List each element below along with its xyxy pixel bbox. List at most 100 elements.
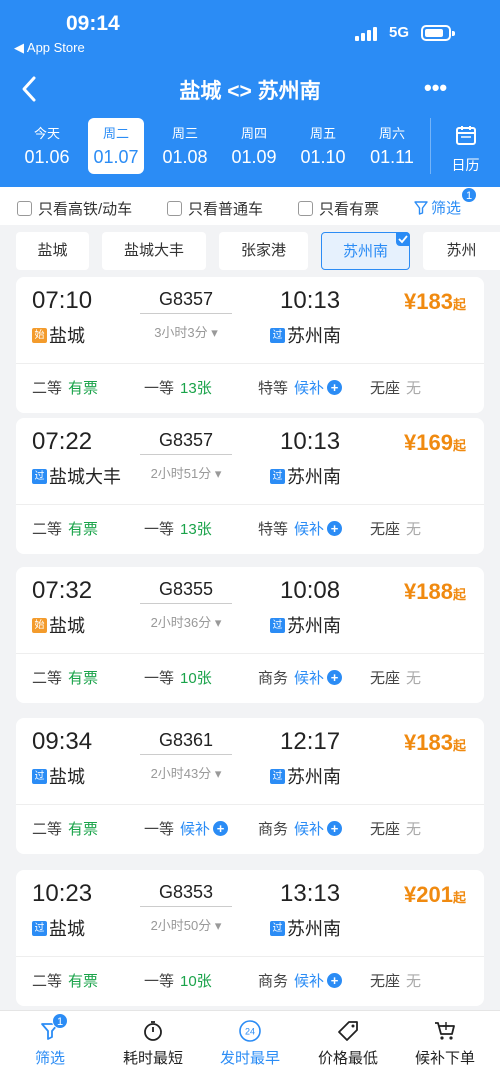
to-station: 过苏州南 <box>270 322 341 348</box>
seat-class: 二等 有票 <box>32 973 99 990</box>
battery-icon <box>421 25 455 41</box>
card-divider <box>16 653 484 654</box>
arrival-time: 10:13 <box>280 287 341 314</box>
station-chip[interactable]: 盐城大丰 <box>102 232 206 270</box>
pass-tag-icon: 过 <box>270 920 285 936</box>
date-tab[interactable]: 今天 01.06 <box>19 118 75 174</box>
train-divider <box>140 754 232 755</box>
pass-tag-icon: 过 <box>32 768 47 784</box>
station-chip-label: 苏州南 <box>342 243 388 260</box>
seat-class: 一等 10张 <box>144 670 212 687</box>
weekday-label: 周四 <box>240 126 267 141</box>
plus-icon: + <box>327 973 343 988</box>
price: ¥183起 <box>404 730 466 755</box>
seat-class-waitlist[interactable]: 商务 候补 + <box>258 667 343 688</box>
seat-class: 无座无 <box>370 973 422 990</box>
filter-button[interactable]: 筛选 1 <box>414 187 477 218</box>
station-chip[interactable]: 盐城 <box>16 232 89 270</box>
back-to-app-store[interactable]: ◀ App Store <box>14 40 85 56</box>
hsr-only-checkbox[interactable]: 只看高铁/动车 <box>17 198 132 219</box>
card-divider <box>16 363 484 364</box>
date-label: 01.11 <box>370 147 414 167</box>
date-tab-selected[interactable]: 周二 01.07 <box>88 118 144 174</box>
filter-tab[interactable]: 1 筛选 <box>5 1011 95 1084</box>
normal-only-checkbox[interactable]: 只看普通车 <box>167 198 263 219</box>
from-station: 始盐城 <box>32 322 85 348</box>
station-chip[interactable]: 苏州 <box>423 232 500 270</box>
card-divider <box>16 956 484 957</box>
arrival-time: 12:17 <box>280 728 341 755</box>
to-station: 过苏州南 <box>270 612 341 638</box>
train-card[interactable]: 07:32 G8355 2小时36分 ▾ 10:08 ¥188起 始盐城 过苏州… <box>16 567 484 703</box>
date-tabs: 今天 01.06 周二 01.07 周三 01.08 周四 01.09 周五 0… <box>0 118 430 176</box>
available-only-checkbox[interactable]: 只看有票 <box>298 198 379 219</box>
weekday-label: 周二 <box>102 126 129 141</box>
seat-class: 二等 有票 <box>32 670 99 687</box>
train-divider <box>140 603 232 604</box>
to-station: 过苏州南 <box>270 763 341 789</box>
plus-icon: + <box>327 821 343 836</box>
train-card[interactable]: 10:23 G8353 2小时50分 ▾ 13:13 ¥201起 过盐城 过苏州… <box>16 870 484 1006</box>
duration[interactable]: 2小时51分 ▾ <box>140 463 232 482</box>
checkbox-icon <box>167 201 182 216</box>
station-chip[interactable]: 张家港 <box>219 232 308 270</box>
more-button[interactable]: ••• <box>424 77 456 99</box>
departure-time: 07:10 <box>32 287 93 314</box>
from-station: 过盐城 <box>32 915 85 941</box>
train-card[interactable]: 09:34 G8361 2小时43分 ▾ 12:17 ¥183起 过盐城 过苏州… <box>16 718 484 854</box>
seat-class-waitlist[interactable]: 一等 候补 + <box>144 818 229 839</box>
calendar-button[interactable]: 日历 <box>430 118 500 174</box>
status-bar: 09:14 ◀ App Store 5G <box>0 0 500 60</box>
train-divider <box>140 454 232 455</box>
seat-class-waitlist[interactable]: 商务 候补 + <box>258 818 343 839</box>
date-tab[interactable]: 周五 01.10 <box>295 118 351 174</box>
status-time: 09:14 <box>66 12 120 35</box>
date-tab[interactable]: 周四 01.09 <box>226 118 282 174</box>
pass-tag-icon: 过 <box>32 468 47 484</box>
filter-icon: 1 <box>38 1013 68 1043</box>
card-divider <box>16 804 484 805</box>
tab-label: 耗时最短 <box>122 1050 183 1067</box>
seat-class-waitlist[interactable]: 商务 候补 + <box>258 970 343 991</box>
price: ¥169起 <box>404 430 466 455</box>
sort-earliest-tab[interactable]: 24 发时最早 <box>200 1011 300 1084</box>
departure-time: 09:34 <box>32 728 93 755</box>
seat-class-waitlist[interactable]: 特等 候补 + <box>258 377 343 398</box>
tab-label: 筛选 <box>34 1050 65 1067</box>
date-tab[interactable]: 周三 01.08 <box>157 118 213 174</box>
calendar-label: 日历 <box>451 157 480 173</box>
tab-label: 候补下单 <box>414 1050 475 1067</box>
seat-class: 无座无 <box>370 380 422 397</box>
seat-class: 二等 有票 <box>32 380 99 397</box>
to-station: 过苏州南 <box>270 463 341 489</box>
clock-24-icon: 24 <box>238 1019 262 1043</box>
date-tab[interactable]: 周六 01.11 <box>364 118 420 174</box>
sort-cheapest-tab[interactable]: 价格最低 <box>298 1011 398 1084</box>
seat-class-waitlist[interactable]: 特等 候补 + <box>258 518 343 539</box>
filter-row: 只看高铁/动车 只看普通车 只看有票 筛选 1 <box>0 187 500 225</box>
waitlist-order-tab[interactable]: 候补下单 <box>395 1011 495 1084</box>
train-number: G8355 <box>158 579 214 599</box>
station-chip-selected[interactable]: 苏州南 <box>321 232 410 270</box>
seat-class: 无座无 <box>370 521 422 538</box>
price: ¥201起 <box>404 882 466 907</box>
train-card[interactable]: 07:10 G8357 3小时3分 ▾ 10:13 ¥183起 始盐城 过苏州南… <box>16 277 484 413</box>
train-divider <box>140 313 232 314</box>
checkbox-label: 只看普通车 <box>188 201 264 218</box>
date-label: 01.06 <box>24 147 70 167</box>
svg-text:24: 24 <box>245 1027 255 1037</box>
duration[interactable]: 2小时43分 ▾ <box>140 763 232 782</box>
seat-class: 一等 10张 <box>144 973 212 990</box>
duration[interactable]: 3小时3分 ▾ <box>140 322 232 341</box>
checkbox-label: 只看高铁/动车 <box>38 201 133 218</box>
tab-label: 发时最早 <box>219 1050 280 1067</box>
duration[interactable]: 2小时36分 ▾ <box>140 612 232 631</box>
train-card[interactable]: 07:22 G8357 2小时51分 ▾ 10:13 ¥169起 过盐城大丰 过… <box>16 418 484 554</box>
weekday-label: 周五 <box>309 126 336 141</box>
seat-class: 一等 13张 <box>144 521 212 538</box>
pass-tag-icon: 过 <box>270 327 285 343</box>
departure-time: 07:22 <box>32 428 93 455</box>
seat-class: 无座无 <box>370 670 422 687</box>
duration[interactable]: 2小时50分 ▾ <box>140 915 232 934</box>
sort-shortest-tab[interactable]: 耗时最短 <box>103 1011 203 1084</box>
